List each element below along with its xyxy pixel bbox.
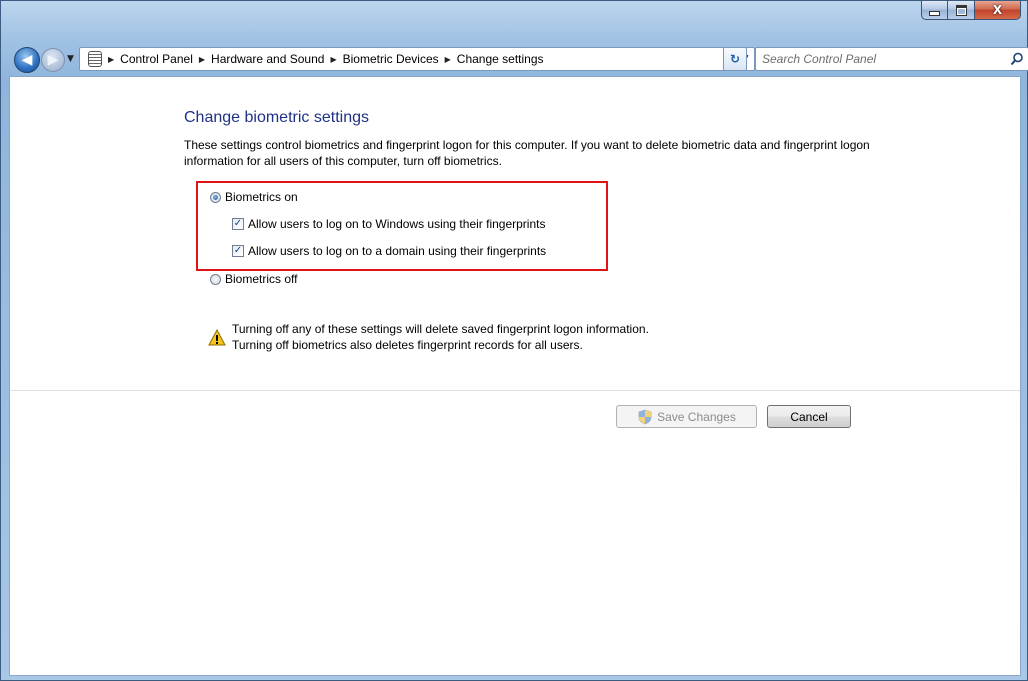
maximize-icon [955, 4, 967, 16]
page-title: Change biometric settings [184, 109, 369, 126]
warning-icon [208, 329, 226, 346]
allow-windows-logon-option[interactable]: ✓ Allow users to log on to Windows using… [232, 217, 545, 231]
chevron-right-icon[interactable]: ▶ [199, 55, 205, 64]
maximize-button[interactable] [948, 1, 975, 20]
allow-domain-logon-checkbox[interactable]: ✓ [232, 245, 244, 257]
biometrics-on-radio[interactable] [210, 191, 221, 203]
divider [10, 390, 1020, 391]
chevron-right-icon[interactable]: ▶ [330, 55, 336, 64]
page-description: These settings control biometrics and fi… [184, 138, 870, 168]
forward-button[interactable]: ▶ [41, 48, 65, 72]
save-changes-button[interactable]: Save Changes [616, 405, 757, 428]
warning-message: Turning off any of these settings will d… [208, 321, 649, 353]
search-input[interactable] [756, 49, 1006, 69]
chevron-right-icon[interactable]: ▶ [108, 55, 114, 64]
breadcrumb-hardware-and-sound[interactable]: Hardware and Sound [211, 52, 324, 66]
breadcrumb-biometric-devices[interactable]: Biometric Devices [343, 52, 439, 66]
save-changes-label: Save Changes [657, 409, 736, 424]
allow-domain-logon-option[interactable]: ✓ Allow users to log on to a domain usin… [232, 244, 546, 258]
uac-shield-icon [638, 409, 652, 424]
content-area: Change biometric settings These settings… [9, 76, 1021, 676]
back-button[interactable]: ◀ [14, 47, 40, 73]
biometrics-on-label: Biometrics on [225, 190, 298, 204]
search-icon[interactable] [1006, 48, 1028, 70]
cancel-label: Cancel [790, 409, 828, 424]
cancel-button[interactable]: Cancel [767, 405, 851, 428]
chevron-right-icon[interactable]: ▶ [445, 55, 451, 64]
breadcrumb-change-settings[interactable]: Change settings [457, 52, 544, 66]
warning-line-2: Turning off biometrics also deletes fing… [232, 338, 583, 352]
minimize-button[interactable] [921, 1, 948, 20]
refresh-button[interactable]: ↻ [723, 47, 747, 71]
refresh-icon: ↻ [729, 52, 741, 66]
biometrics-off-option[interactable]: Biometrics off [210, 272, 297, 286]
biometrics-off-label: Biometrics off [225, 272, 298, 286]
back-arrow-icon: ◀ [21, 52, 33, 68]
fingerprint-icon [88, 51, 102, 67]
minimize-icon [929, 10, 940, 16]
address-bar[interactable]: ▶ Control Panel ▶ Hardware and Sound ▶ B… [79, 47, 755, 71]
biometrics-on-option[interactable]: Biometrics on [210, 190, 298, 204]
allow-domain-logon-label: Allow users to log on to a domain using … [248, 244, 547, 258]
close-icon: X [992, 3, 1003, 17]
navigation-bar: ◀ ▶ ▼ ▶ Control Panel ▶ Hardware and Sou… [9, 46, 1028, 74]
close-button[interactable]: X [975, 1, 1021, 20]
recent-pages-dropdown[interactable]: ▼ [67, 54, 74, 64]
control-panel-window: X ◀ ▶ ▼ ▶ Control Panel ▶ Hardware and S… [0, 0, 1028, 681]
allow-windows-logon-checkbox[interactable]: ✓ [232, 218, 244, 230]
search-box[interactable] [755, 47, 1028, 71]
allow-windows-logon-label: Allow users to log on to Windows using t… [248, 217, 546, 231]
warning-line-1: Turning off any of these settings will d… [232, 322, 649, 336]
biometrics-off-radio[interactable] [210, 273, 221, 285]
breadcrumb-control-panel[interactable]: Control Panel [120, 52, 193, 66]
forward-arrow-icon: ▶ [47, 52, 59, 68]
caption-buttons: X [921, 1, 1021, 20]
